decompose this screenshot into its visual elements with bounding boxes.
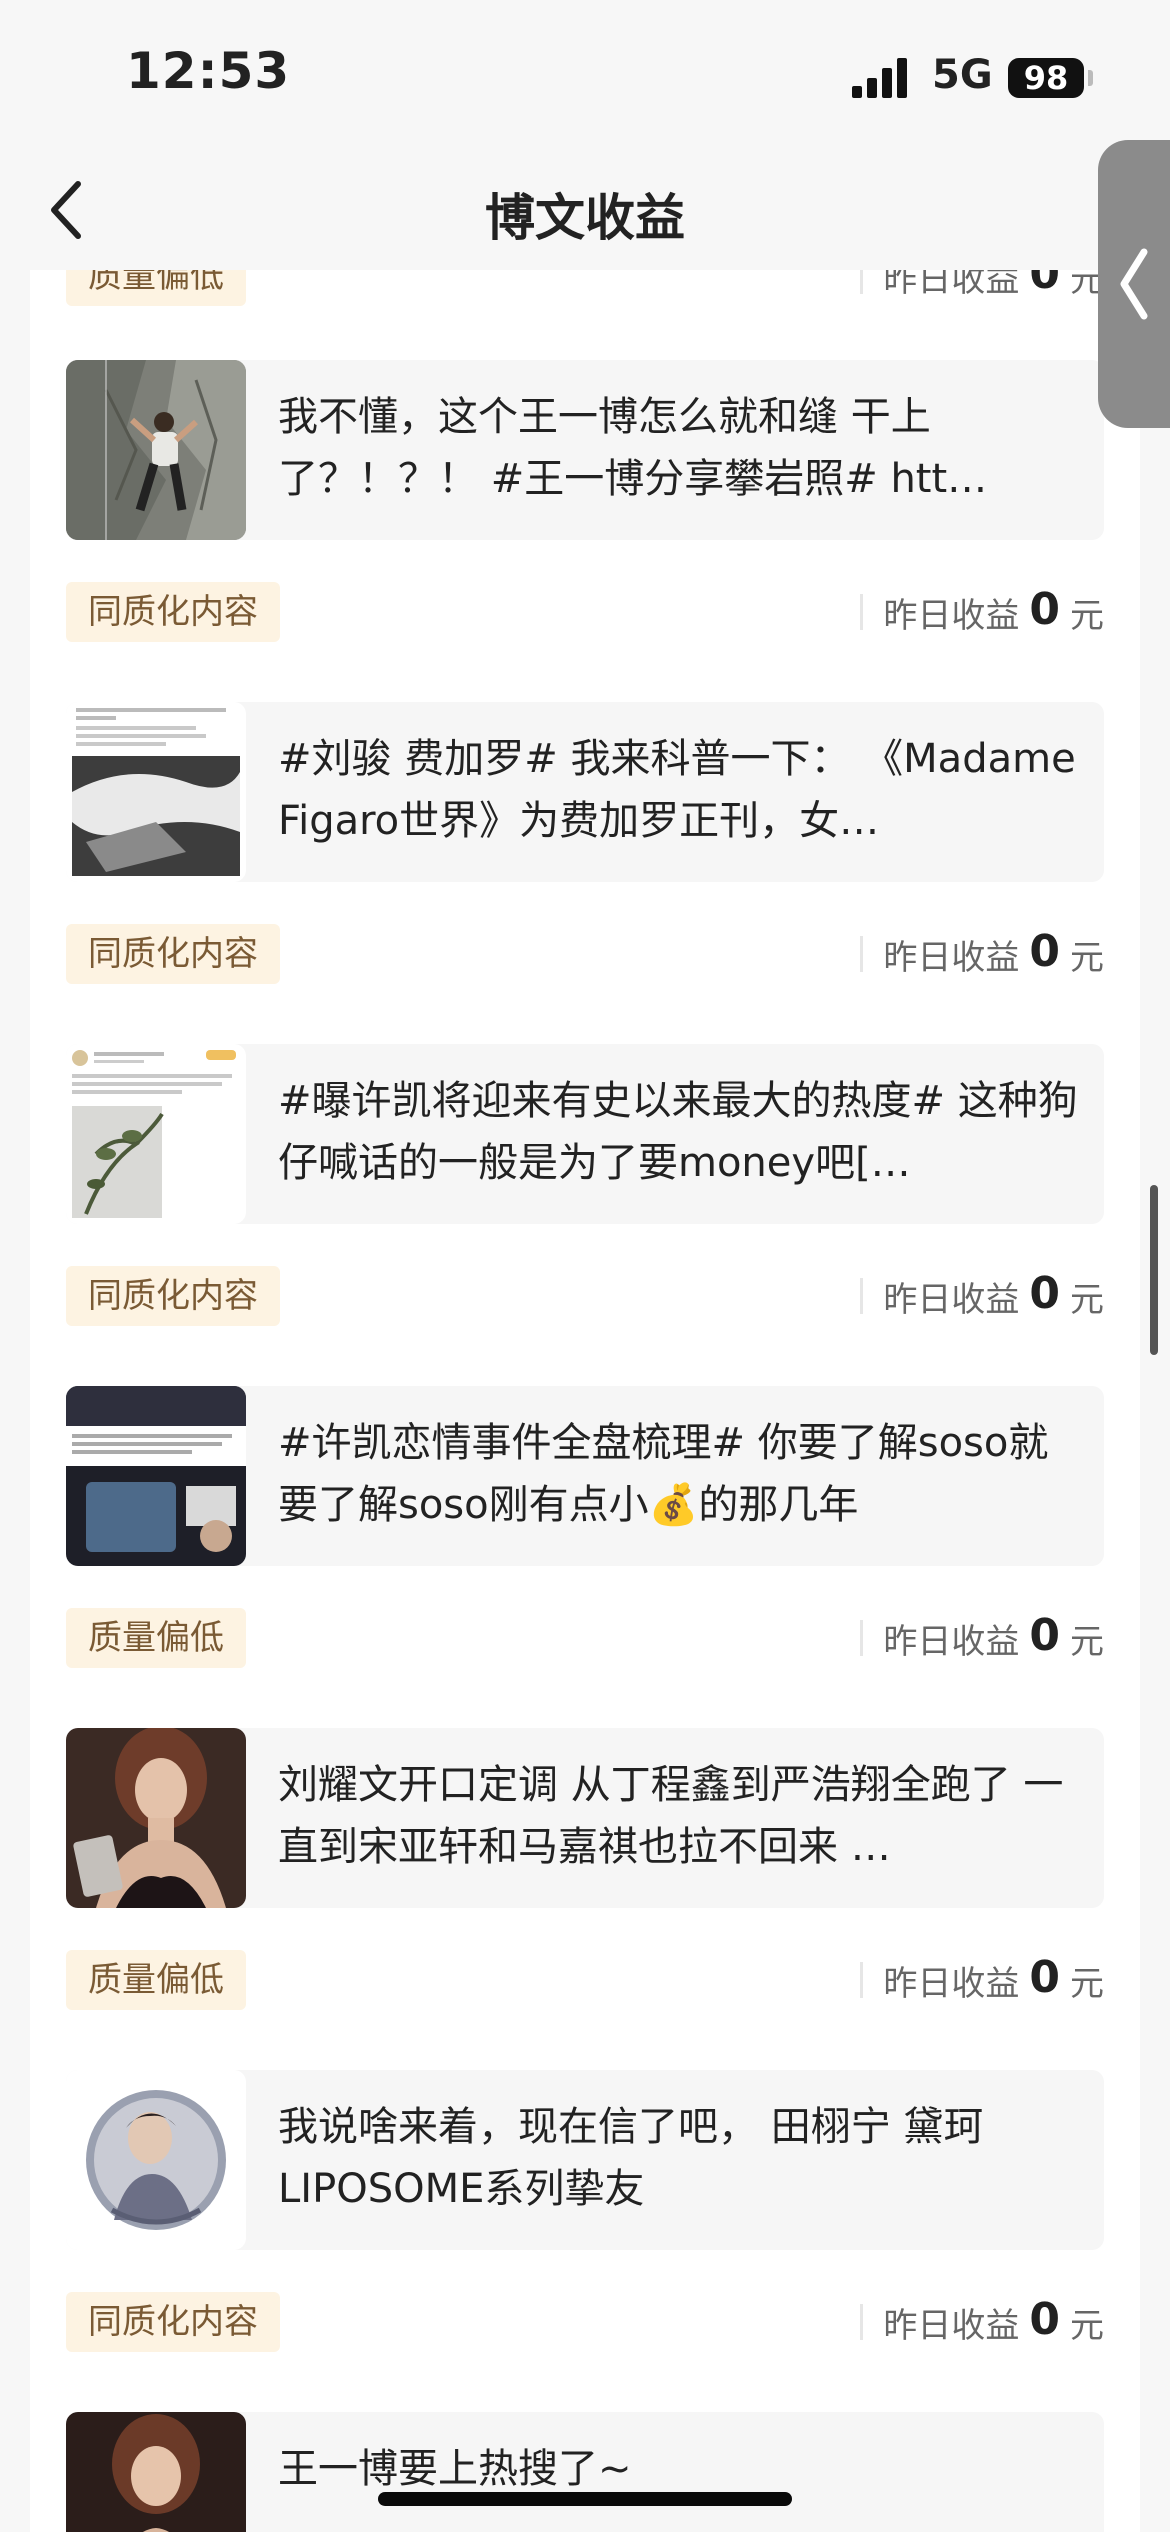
- battery-icon: 98: [1008, 58, 1084, 98]
- post-thumbnail: [66, 1728, 246, 1908]
- income-info: 昨日收益 0 元: [860, 582, 1104, 642]
- income-unit: 元: [1070, 595, 1104, 636]
- post-thumbnail: [66, 2070, 246, 2250]
- income-label: 昨日收益: [883, 937, 1020, 978]
- quality-tag: 同质化内容: [66, 1266, 280, 1326]
- post-meta-row: 质量偏低 昨日收益 0 元: [30, 1608, 1140, 1668]
- income-info: 昨日收益 0 元: [860, 2292, 1104, 2352]
- post-meta-row: 质量偏低 昨日收益 0 元: [30, 1950, 1140, 2010]
- income-value: 0: [1029, 925, 1060, 977]
- post-text: 我说啥来着，现在信了吧， 田栩宁 黛珂LIPOSOME系列挚友: [278, 2104, 984, 2212]
- income-value: 0: [1029, 2293, 1060, 2345]
- income-unit: 元: [1070, 937, 1104, 978]
- income-unit: 元: [1070, 1963, 1104, 2004]
- divider: [860, 1620, 864, 1656]
- post-card[interactable]: 王一博要上热搜了~: [66, 2412, 1104, 2532]
- income-value: 0: [1029, 1609, 1060, 1661]
- status-bar: 12:53 5G 98: [0, 0, 1170, 150]
- nav-bar: 博文收益: [0, 150, 1170, 270]
- home-indicator[interactable]: [378, 2492, 792, 2506]
- income-value: 0: [1029, 583, 1060, 635]
- divider: [860, 2304, 864, 2340]
- status-time: 12:53: [126, 42, 291, 100]
- post-meta-row: 同质化内容 昨日收益 0 元: [30, 924, 1140, 984]
- divider: [860, 1278, 864, 1314]
- cellular-signal-icon: [852, 58, 914, 98]
- network-type: 5G: [932, 52, 993, 98]
- divider: [860, 1962, 864, 1998]
- income-info: 昨日收益 0 元: [860, 924, 1104, 984]
- income-unit: 元: [1070, 1621, 1104, 1662]
- post-text: 我不懂，这个王一博怎么就和缝 干上了？！？！ #王一博分享攀岩照# htt…: [278, 394, 988, 502]
- post-card[interactable]: #曝许凯将迎来有史以来最大的热度# 这种狗仔喊话的一般是为了要money吧[…: [66, 1044, 1104, 1224]
- income-info: 昨日收益 0 元: [860, 1608, 1104, 1668]
- quality-tag: 同质化内容: [66, 924, 280, 984]
- post-text: #刘骏 费加罗# 我来科普一下： 《Madame Figaro世界》为费加罗正刊…: [278, 736, 1076, 844]
- battery-nub: [1088, 70, 1093, 86]
- post-card[interactable]: #刘骏 费加罗# 我来科普一下： 《Madame Figaro世界》为费加罗正刊…: [66, 702, 1104, 882]
- income-label: 昨日收益: [883, 1621, 1020, 1662]
- post-thumbnail: [66, 702, 246, 882]
- post-card[interactable]: 我不懂，这个王一博怎么就和缝 干上了？！？！ #王一博分享攀岩照# htt…: [66, 360, 1104, 540]
- income-info: 昨日收益 0 元: [860, 1266, 1104, 1326]
- side-drawer-handle[interactable]: [1098, 140, 1170, 428]
- post-text: #许凯恋情事件全盘梳理# 你要了解soso就要了解soso刚有点小💰的那几年: [278, 1420, 1049, 1528]
- post-text: 刘耀文开口定调 从丁程鑫到严浩翔全跑了 一直到宋亚轩和马嘉祺也拉不回来 …: [278, 1762, 1064, 1870]
- post-thumbnail: [66, 360, 246, 540]
- income-label: 昨日收益: [883, 1279, 1020, 1320]
- income-info: 昨日收益 0 元: [860, 1950, 1104, 2010]
- divider: [860, 594, 864, 630]
- post-thumbnail: [66, 2412, 246, 2532]
- feed-sheet[interactable]: 质量偏低 昨日收益 0 元 我不懂，这个王一博怎么就和缝 干上了？！？！ #王一…: [30, 150, 1140, 2532]
- income-label: 昨日收益: [883, 595, 1020, 636]
- income-label: 昨日收益: [883, 1963, 1020, 2004]
- post-text: #曝许凯将迎来有史以来最大的热度# 这种狗仔喊话的一般是为了要money吧[…: [278, 1078, 1078, 1186]
- income-value: 0: [1029, 1267, 1060, 1319]
- post-card[interactable]: 我说啥来着，现在信了吧， 田栩宁 黛珂LIPOSOME系列挚友: [66, 2070, 1104, 2250]
- chevron-left-icon: [1120, 248, 1148, 320]
- post-text: 王一博要上热搜了~: [278, 2446, 632, 2492]
- post-meta-row: 同质化内容 昨日收益 0 元: [30, 2292, 1140, 2352]
- post-card[interactable]: 刘耀文开口定调 从丁程鑫到严浩翔全跑了 一直到宋亚轩和马嘉祺也拉不回来 …: [66, 1728, 1104, 1908]
- page-title: 博文收益: [485, 189, 685, 247]
- scrollbar[interactable]: [1150, 1185, 1158, 1355]
- quality-tag: 同质化内容: [66, 582, 280, 642]
- post-meta-row: 同质化内容 昨日收益 0 元: [30, 1266, 1140, 1326]
- post-card[interactable]: #许凯恋情事件全盘梳理# 你要了解soso就要了解soso刚有点小💰的那几年: [66, 1386, 1104, 1566]
- quality-tag: 同质化内容: [66, 2292, 280, 2352]
- post-thumbnail: [66, 1044, 246, 1224]
- income-unit: 元: [1070, 1279, 1104, 1320]
- quality-tag: 质量偏低: [66, 1608, 246, 1668]
- income-value: 0: [1029, 1951, 1060, 2003]
- income-unit: 元: [1070, 2305, 1104, 2346]
- divider: [860, 936, 864, 972]
- post-meta-row: 同质化内容 昨日收益 0 元: [30, 582, 1140, 642]
- post-thumbnail: [66, 1386, 246, 1566]
- income-label: 昨日收益: [883, 2305, 1020, 2346]
- quality-tag: 质量偏低: [66, 1950, 246, 2010]
